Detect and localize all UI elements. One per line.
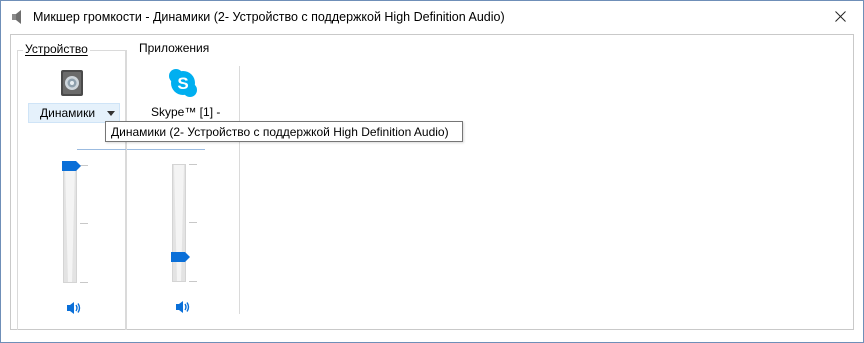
- volume-mixer-window: Микшер громкости - Динамики (2- Устройст…: [0, 0, 864, 343]
- app-name-label: Skype™ [1] -: [151, 105, 221, 119]
- applications-group-label: Приложения: [137, 41, 212, 55]
- device-tooltip: Динамики (2- Устройство с поддержкой Hig…: [105, 121, 463, 142]
- device-dropdown-label: Динамики: [40, 106, 96, 120]
- close-button[interactable]: [817, 1, 863, 32]
- device-dropdown[interactable]: Динамики: [28, 103, 120, 123]
- device-volume-slider[interactable]: [63, 165, 77, 283]
- app-volume-thumb[interactable]: [171, 251, 190, 262]
- close-icon: [834, 11, 846, 22]
- app-volume-slider[interactable]: [172, 164, 186, 282]
- applications-group: Приложения S Skype™ [1] -: [126, 41, 241, 330]
- speaker-volume-icon[interactable]: [175, 299, 191, 315]
- device-group-label: Устройство: [23, 42, 90, 56]
- device-slider-ticks: [80, 165, 88, 283]
- svg-text:S: S: [177, 74, 188, 93]
- mixer-content: Устройство Динамики Приложения S Skype™ …: [10, 34, 854, 330]
- applications-separator: [239, 66, 240, 314]
- window-title: Микшер громкости - Динамики (2- Устройст…: [33, 10, 505, 24]
- speaker-device-icon[interactable]: [58, 69, 86, 97]
- chevron-down-icon: [107, 111, 115, 116]
- device-volume-thumb[interactable]: [62, 161, 81, 171]
- device-group: Устройство Динамики: [17, 42, 126, 330]
- app-slider-ticks: [189, 164, 197, 282]
- speaker-icon: [12, 10, 21, 24]
- title-bar[interactable]: Микшер громкости - Динамики (2- Устройст…: [1, 1, 863, 33]
- speaker-volume-icon[interactable]: [66, 300, 82, 316]
- skype-icon[interactable]: S: [168, 68, 198, 98]
